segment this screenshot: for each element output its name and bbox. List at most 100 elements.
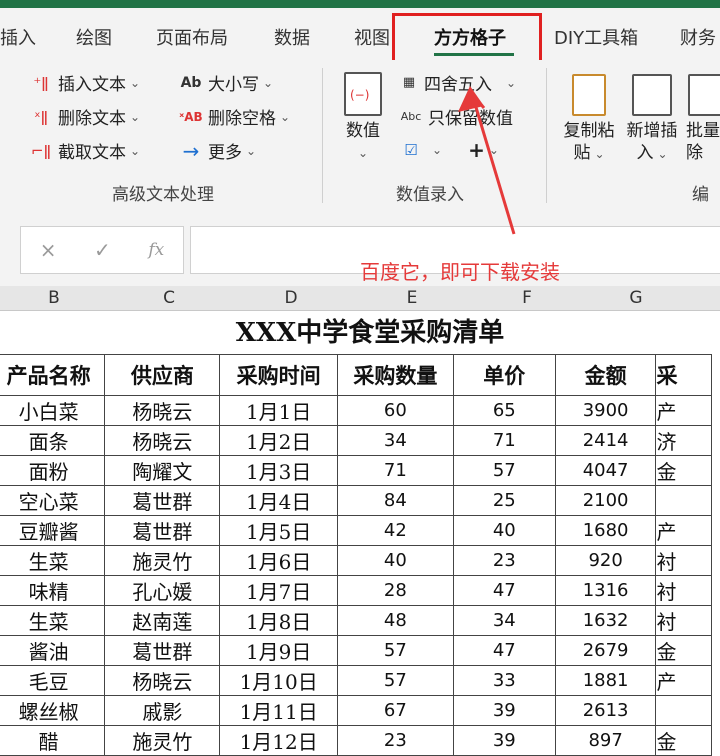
table-cell[interactable]: 豆瓣酱: [0, 515, 106, 546]
table-cell[interactable]: 杨晓云: [104, 425, 221, 456]
table-cell[interactable]: 1月5日: [219, 515, 338, 546]
table-cell[interactable]: [655, 485, 712, 516]
insert-text-button[interactable]: ⁺ǁ 插入文本 ⌄: [28, 70, 140, 96]
table-cell[interactable]: 小白菜: [0, 395, 106, 426]
column-header[interactable]: E: [352, 288, 472, 308]
table-cell[interactable]: 葛世群: [104, 485, 221, 516]
table-cell[interactable]: 毛豆: [0, 665, 106, 696]
cancel-icon[interactable]: ×: [40, 238, 57, 262]
tab-data[interactable]: 数据: [274, 24, 310, 50]
header-cell[interactable]: 产品名称: [0, 354, 106, 396]
table-cell[interactable]: 65: [452, 395, 556, 426]
tab-view[interactable]: 视图: [354, 24, 390, 50]
header-cell[interactable]: 采购时间: [219, 354, 338, 396]
table-cell[interactable]: 3900: [554, 395, 657, 426]
table-cell[interactable]: 47: [452, 635, 556, 666]
table-cell[interactable]: 衬: [655, 605, 712, 636]
table-cell[interactable]: 33: [452, 665, 556, 696]
truncate-text-button[interactable]: ⌐ǁ 截取文本 ⌄: [28, 138, 140, 164]
table-cell[interactable]: 1881: [554, 665, 657, 696]
table-cell[interactable]: 48: [336, 605, 454, 636]
table-cell[interactable]: 42: [336, 515, 454, 546]
table-cell[interactable]: 衬: [655, 575, 712, 606]
table-cell[interactable]: 味精: [0, 575, 106, 606]
tab-draw[interactable]: 绘图: [76, 24, 112, 50]
tab-insert[interactable]: 插入: [0, 24, 36, 50]
tab-finance[interactable]: 财务: [680, 24, 716, 50]
header-cell[interactable]: 单价: [452, 354, 556, 396]
confirm-icon[interactable]: ✓: [94, 238, 111, 262]
number-tools-row[interactable]: ☑ ⌄ + ⌄: [398, 138, 499, 162]
table-cell[interactable]: 酱油: [0, 635, 106, 666]
table-cell[interactable]: 23: [336, 725, 454, 756]
delete-text-button[interactable]: ˣǁ 删除文本 ⌄: [28, 104, 140, 130]
header-cell[interactable]: 供应商: [104, 354, 221, 396]
table-cell[interactable]: 1月7日: [219, 575, 338, 606]
table-cell[interactable]: 赵南莲: [104, 605, 221, 636]
batch-delete-button[interactable]: 批量 除: [686, 74, 720, 164]
table-cell[interactable]: 金: [655, 635, 712, 666]
round-button[interactable]: ▦ 四舍五入 ⌄: [398, 70, 516, 95]
table-cell[interactable]: 39: [452, 725, 556, 756]
table-cell[interactable]: 1632: [554, 605, 657, 636]
table-cell[interactable]: 产: [655, 395, 712, 426]
table-cell[interactable]: 1月6日: [219, 545, 338, 576]
table-cell[interactable]: 2613: [554, 695, 657, 726]
table-cell[interactable]: 1316: [554, 575, 657, 606]
table-cell[interactable]: 面粉: [0, 455, 106, 486]
table-cell[interactable]: 产: [655, 665, 712, 696]
table-cell[interactable]: 面条: [0, 425, 106, 456]
table-cell[interactable]: 醋: [0, 725, 106, 756]
more-button[interactable]: → 更多 ⌄: [178, 138, 256, 164]
table-cell[interactable]: 23: [452, 545, 556, 576]
table-cell[interactable]: 71: [452, 425, 556, 456]
table-cell[interactable]: 螺丝椒: [0, 695, 106, 726]
case-button[interactable]: Ab 大小写 ⌄: [178, 70, 274, 96]
remove-spaces-button[interactable]: ˣAB 删除空格 ⌄: [178, 104, 290, 129]
table-cell[interactable]: 葛世群: [104, 515, 221, 546]
table-cell[interactable]: 孔心媛: [104, 575, 221, 606]
table-cell[interactable]: 衬: [655, 545, 712, 576]
table-cell[interactable]: 28: [336, 575, 454, 606]
table-cell[interactable]: 杨晓云: [104, 395, 221, 426]
table-cell[interactable]: 4047: [554, 455, 657, 486]
tab-diy-toolbox[interactable]: DIY工具箱: [554, 24, 638, 50]
table-cell[interactable]: 1月3日: [219, 455, 338, 486]
table-cell[interactable]: 葛世群: [104, 635, 221, 666]
table-cell[interactable]: 杨晓云: [104, 665, 221, 696]
table-cell[interactable]: 34: [336, 425, 454, 456]
column-header[interactable]: B: [0, 288, 108, 308]
column-header[interactable]: F: [472, 288, 582, 308]
table-cell[interactable]: 陶耀文: [104, 455, 221, 486]
table-cell[interactable]: 1680: [554, 515, 657, 546]
table-cell[interactable]: 34: [452, 605, 556, 636]
table-cell[interactable]: 1月1日: [219, 395, 338, 426]
copy-paste-button[interactable]: 复制粘 贴 ⌄: [560, 74, 618, 165]
table-cell[interactable]: 1月11日: [219, 695, 338, 726]
keep-number-button[interactable]: Abc 只保留数值: [398, 104, 513, 129]
header-cell[interactable]: 金额: [554, 354, 657, 396]
table-cell[interactable]: 39: [452, 695, 556, 726]
table-cell[interactable]: 戚影: [104, 695, 221, 726]
table-cell[interactable]: 1月10日: [219, 665, 338, 696]
table-cell[interactable]: 57: [452, 455, 556, 486]
table-cell[interactable]: 1月9日: [219, 635, 338, 666]
table-cell[interactable]: 920: [554, 545, 657, 576]
table-cell[interactable]: 生菜: [0, 545, 106, 576]
table-cell[interactable]: 2100: [554, 485, 657, 516]
number-big-button[interactable]: (−) 数值 ⌄: [338, 72, 388, 164]
table-cell[interactable]: 40: [452, 515, 556, 546]
table-cell[interactable]: 1月4日: [219, 485, 338, 516]
table-cell[interactable]: 57: [336, 635, 454, 666]
table-cell[interactable]: 40: [336, 545, 454, 576]
table-cell[interactable]: 67: [336, 695, 454, 726]
table-cell[interactable]: 施灵竹: [104, 545, 221, 576]
table-cell[interactable]: 84: [336, 485, 454, 516]
table-cell[interactable]: 金: [655, 725, 712, 756]
table-cell[interactable]: 1月12日: [219, 725, 338, 756]
table-cell[interactable]: 57: [336, 665, 454, 696]
column-header[interactable]: D: [230, 288, 352, 308]
table-cell[interactable]: 2414: [554, 425, 657, 456]
column-header[interactable]: G: [582, 288, 690, 308]
table-cell[interactable]: 71: [336, 455, 454, 486]
